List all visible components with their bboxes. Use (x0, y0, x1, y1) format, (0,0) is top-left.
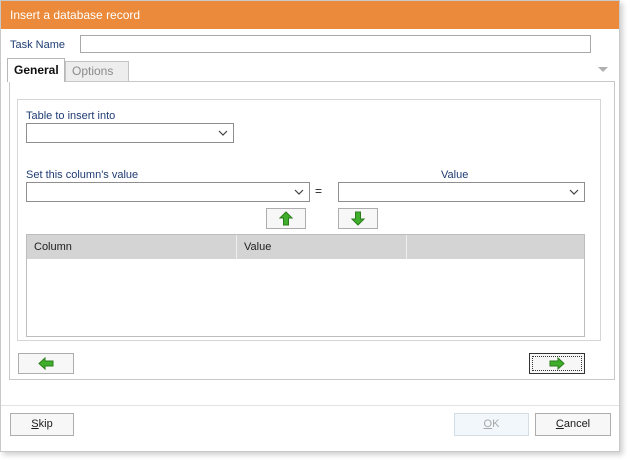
task-name-input[interactable] (80, 35, 591, 53)
value-select[interactable] (338, 182, 585, 202)
window-title: Insert a database record (1, 1, 619, 29)
insert-record-dialog: Insert a database record Task Name Gener… (0, 0, 620, 452)
table-label: Table to insert into (26, 110, 116, 122)
grid-header-value[interactable]: Value (237, 235, 406, 259)
chevron-down-icon (569, 189, 579, 195)
skip-label-rest: kip (38, 418, 53, 430)
green-down-arrow-icon (351, 211, 365, 226)
skip-mnemonic: S (31, 418, 39, 430)
ok-label-rest: K (492, 418, 500, 430)
cancel-button[interactable]: Cancel (535, 413, 611, 436)
cancel-label-rest: ancel (563, 418, 591, 430)
green-up-arrow-icon (279, 211, 293, 226)
table-select[interactable] (26, 123, 234, 143)
ok-mnemonic: O (483, 418, 493, 430)
column-label: Set this column's value (26, 169, 139, 181)
ok-button[interactable]: OK (454, 413, 529, 436)
green-left-arrow-icon (38, 357, 54, 370)
value-label: Value (441, 169, 469, 181)
chevron-down-icon (218, 130, 228, 136)
column-value-grid[interactable]: Column Value (26, 234, 585, 337)
add-entry-button[interactable] (529, 353, 585, 374)
task-name-label: Task Name (10, 39, 66, 51)
tab-strip: General Options (7, 58, 615, 82)
tab-general[interactable]: General (7, 58, 65, 82)
cancel-mnemonic: C (555, 418, 564, 430)
footer-divider (1, 405, 619, 406)
grid-header-column[interactable]: Column (27, 235, 236, 259)
remove-entry-button[interactable] (18, 353, 74, 374)
grid-header-separator (406, 235, 407, 259)
green-right-arrow-icon (549, 357, 565, 370)
tab-overflow-icon[interactable] (598, 67, 608, 72)
skip-button[interactable]: Skip (10, 413, 74, 436)
move-down-button[interactable] (338, 208, 378, 229)
tab-options[interactable]: Options (65, 61, 129, 82)
grid-header: Column Value (27, 235, 584, 259)
move-up-button[interactable] (266, 208, 306, 229)
equals-sign: = (315, 184, 323, 198)
chevron-down-icon (294, 189, 304, 195)
column-select[interactable] (26, 182, 310, 202)
